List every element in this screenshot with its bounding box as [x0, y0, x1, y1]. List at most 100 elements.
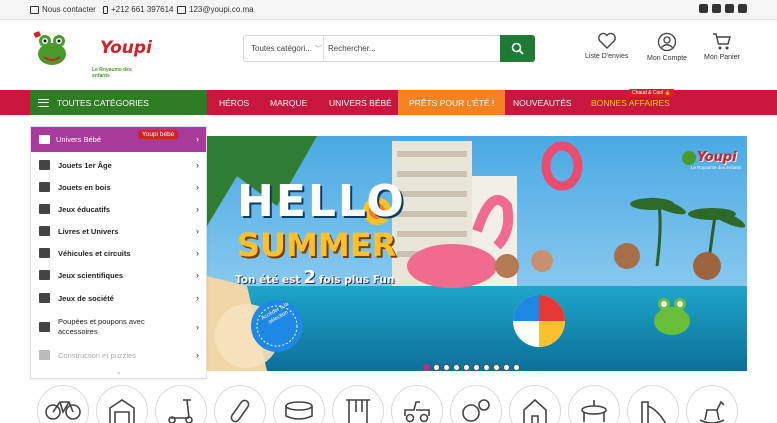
banner-logo-name: Youpi — [697, 150, 737, 165]
sidebar-item-jeux-societe[interactable]: Jeux de société › — [31, 290, 206, 306]
heart-icon — [597, 32, 616, 49]
search-input[interactable] — [324, 36, 500, 61]
twitter-icon[interactable] — [738, 4, 747, 13]
nav-item-heros[interactable]: HÉROS — [219, 90, 249, 115]
trampoline-icon — [581, 400, 607, 422]
top-bar: Nous contacter +212 661 397614 123@youpi… — [0, 0, 777, 20]
sidebar-item-label: Livres et Univers — [58, 226, 119, 236]
scooter-icon — [168, 399, 193, 423]
category-scooter[interactable] — [155, 385, 207, 423]
chevron-down-icon: ﹀ — [314, 45, 322, 53]
sidebar-item-label: Poupées et poupons avec accessoires — [58, 317, 145, 336]
contact-link[interactable]: Nous contacter — [30, 5, 96, 14]
sidebar-item-label: Construction et puzzles — [58, 350, 136, 360]
blocks-icon — [39, 350, 50, 360]
user-icon — [657, 32, 677, 52]
carousel-dot[interactable] — [423, 364, 430, 371]
car-icon — [39, 248, 50, 258]
wishlist-button[interactable]: Liste D'envies — [585, 32, 628, 60]
hero-banner[interactable]: HELLO SUMMER Ton été est 2 fois plus Fun… — [207, 136, 747, 371]
carousel-dot[interactable] — [503, 364, 510, 371]
sidebar-item-univers-bebe[interactable]: Univers Bébé Youpi bébé › — [31, 127, 206, 152]
category-climbing-frame[interactable] — [332, 385, 384, 423]
sidebar-item-jeux-scientifiques[interactable]: Jeux scientifiques › — [31, 267, 206, 283]
carousel-dot[interactable] — [463, 364, 470, 371]
menu-icon — [38, 98, 49, 107]
chevron-right-icon: › — [196, 270, 199, 280]
carousel-dot[interactable] — [493, 364, 500, 371]
sidebar-item-jouets-1er-age[interactable]: Jouets 1er Âge › — [31, 157, 206, 173]
slide-icon — [641, 401, 667, 423]
youtube-icon[interactable] — [725, 4, 734, 13]
category-sidebar: Univers Bébé Youpi bébé › Jouets 1er Âge… — [30, 126, 207, 379]
youpi-bebe-badge: Youpi bébé — [138, 130, 179, 139]
sidebar-scroll-down[interactable]: ⌄ — [31, 368, 206, 378]
email-address: 123@youpi.co.ma — [189, 5, 254, 14]
nav-item-prets-ete[interactable]: PRÊTS POUR L'ÉTÉ ! — [398, 90, 506, 115]
playhouse-icon — [523, 398, 547, 423]
ride-on-car-icon — [404, 401, 430, 423]
carousel-dot[interactable] — [443, 364, 450, 371]
sidebar-item-label: Véhicules et circuits — [58, 248, 131, 258]
logo[interactable]: Youpi Le Royaume des enfants — [32, 26, 152, 79]
chevron-right-icon: › — [196, 248, 199, 258]
nav-item-nouveautes[interactable]: NOUVEAUTÉS — [513, 90, 572, 115]
phone-link[interactable]: +212 661 397614 — [103, 5, 174, 14]
phone-number: +212 661 397614 — [111, 5, 174, 14]
cart-button[interactable]: Mon Panier — [704, 32, 740, 61]
search-button[interactable] — [500, 35, 535, 62]
banner-logo: Youpi Le Royaume des enfants — [691, 150, 741, 170]
sidebar-item-livres-univers[interactable]: Livres et Univers › — [31, 223, 206, 239]
chevron-right-icon: › — [196, 134, 199, 144]
frog-mascot-icon — [33, 31, 66, 65]
category-playhouse[interactable] — [509, 385, 561, 423]
sidebar-item-vehicules[interactable]: Véhicules et circuits › — [31, 245, 206, 261]
category-trampoline[interactable] — [568, 385, 620, 423]
pool-icon — [285, 401, 313, 420]
all-categories-button[interactable]: TOUTES CATÉGORIES — [30, 90, 207, 115]
email-link[interactable]: 123@youpi.co.ma — [177, 5, 254, 14]
sidebar-item-poupees[interactable]: Poupées et poupons avec accessoires › — [31, 315, 206, 339]
carousel-dot[interactable] — [453, 364, 460, 371]
category-skateboard[interactable] — [214, 385, 266, 423]
carousel-dot[interactable] — [513, 364, 520, 371]
carousel-dot[interactable] — [433, 364, 440, 371]
board-game-icon — [39, 293, 50, 303]
banner-title-summer: SUMMER — [237, 226, 397, 264]
search-icon — [511, 42, 524, 55]
chevron-right-icon: › — [196, 322, 199, 332]
nav-item-univers-bebe[interactable]: UNIVERS BÉBÉ — [329, 90, 392, 115]
carousel-dot[interactable] — [473, 364, 480, 371]
carousel-dot[interactable] — [483, 364, 490, 371]
facebook-icon[interactable] — [712, 4, 721, 13]
chevron-right-icon: › — [196, 293, 199, 303]
account-button[interactable]: Mon Compte — [647, 32, 687, 62]
instagram-icon[interactable] — [699, 4, 708, 13]
sidebar-item-label: Jeux de société — [58, 293, 114, 303]
category-slide[interactable] — [627, 385, 679, 423]
sidebar-item-jeux-educatifs[interactable]: Jeux éducatifs › — [31, 201, 206, 217]
category-rocking-horse[interactable] — [686, 385, 738, 423]
nav-item-marque[interactable]: MARQUE — [270, 90, 307, 115]
contact-label: Nous contacter — [42, 5, 96, 14]
banner-subtitle-number: 2 — [303, 267, 316, 288]
climbing-frame-icon — [346, 399, 370, 423]
skateboard-icon — [230, 399, 250, 423]
account-label: Mon Compte — [647, 55, 688, 62]
sidebar-item-construction[interactable]: Construction et puzzles › — [31, 347, 206, 363]
chevron-right-icon: › — [196, 160, 199, 170]
sidebar-item-jouets-en-bois[interactable]: Jouets en bois › — [31, 179, 206, 195]
doll-icon — [39, 322, 50, 332]
phone-icon — [103, 5, 108, 14]
category-ride-on[interactable] — [391, 385, 443, 423]
banner-subtitle-a: Ton été est — [235, 274, 301, 286]
category-playground[interactable] — [96, 385, 148, 423]
search-category-select[interactable]: Toutes catégori... ﹀ — [244, 36, 324, 61]
banner-subtitle: Ton été est 2 fois plus Fun — [235, 267, 394, 288]
category-pool[interactable] — [273, 385, 325, 423]
category-bicycle[interactable] — [37, 385, 89, 423]
chevron-right-icon: › — [196, 350, 199, 360]
category-circles — [37, 385, 738, 423]
rattle-icon — [39, 160, 50, 170]
category-balls[interactable] — [450, 385, 502, 423]
